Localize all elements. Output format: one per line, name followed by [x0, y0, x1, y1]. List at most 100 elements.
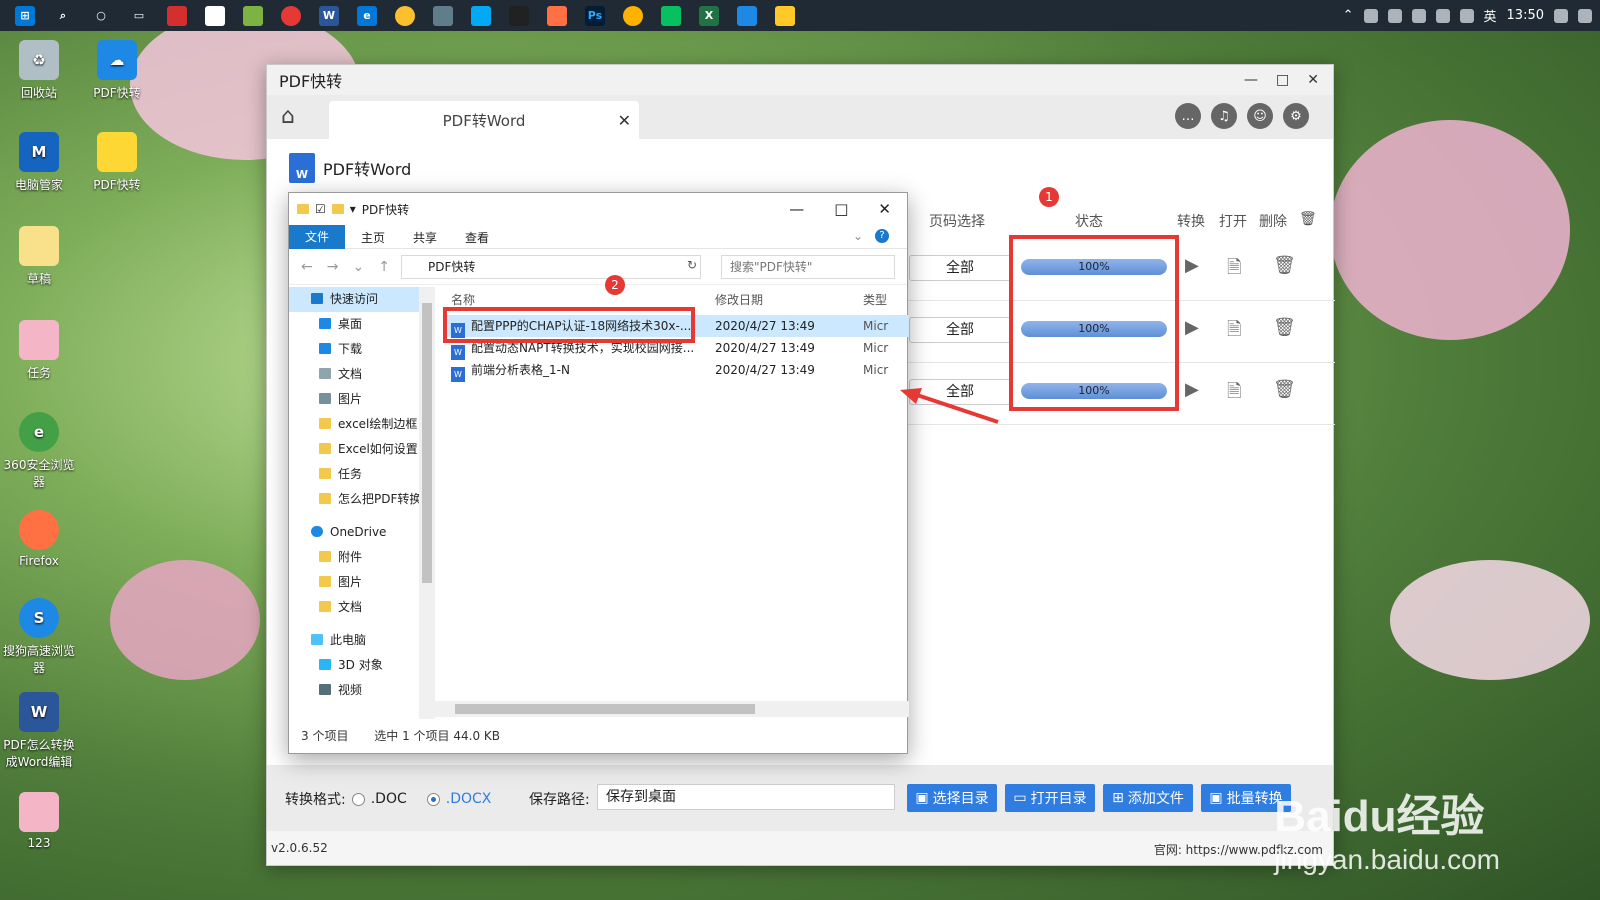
tab-close-icon[interactable]: ✕ [618, 111, 631, 130]
notepad-icon[interactable] [205, 5, 225, 26]
chevron-down-icon[interactable]: ⌄ [853, 229, 863, 243]
nav-item-folder[interactable]: 任务 [289, 462, 434, 487]
app-red-icon[interactable] [167, 5, 187, 26]
format-doc-label[interactable]: .DOC [371, 791, 407, 807]
ribbon-tab-file[interactable]: 文件 [289, 225, 345, 249]
edge-icon[interactable]: e [357, 5, 377, 26]
page-select[interactable]: 全部 [909, 255, 1011, 281]
minimize-icon[interactable]: — [1244, 72, 1258, 88]
dropdown-icon[interactable]: ▾ [350, 202, 356, 216]
nav-item-folder[interactable]: 文档 [289, 595, 434, 620]
nav-item-folder[interactable]: 怎么把PDF转换 [289, 487, 434, 512]
play-icon[interactable]: ▶ [1185, 255, 1199, 276]
save-path-field[interactable]: 保存到桌面 [597, 784, 895, 810]
ribbon-tab-view[interactable]: 查看 [465, 229, 489, 246]
desktop-icon[interactable]: 任务 [0, 320, 78, 381]
app-weibo-icon[interactable] [281, 5, 301, 26]
app-blue-icon[interactable] [471, 5, 491, 26]
network-icon[interactable] [1554, 8, 1568, 23]
cortana-icon[interactable]: ○ [91, 6, 111, 26]
quick-access-check-icon[interactable]: ☑ [315, 202, 326, 216]
address-bar[interactable]: PDF快转 [401, 255, 701, 279]
col-date[interactable]: 修改日期 [715, 291, 763, 308]
ime-indicator[interactable]: 英 [1484, 6, 1497, 25]
radio-docx[interactable] [426, 792, 440, 806]
app-orange-icon[interactable] [547, 5, 567, 26]
desktop-icon[interactable]: PDF快转 [78, 132, 156, 193]
app-yellow-icon[interactable] [623, 5, 643, 26]
desktop-icon[interactable]: Firefox [0, 510, 78, 568]
help-icon[interactable]: ? [875, 229, 889, 243]
close-icon[interactable]: ✕ [878, 200, 891, 218]
radio-doc[interactable] [351, 792, 365, 806]
document-icon[interactable]: 🗎 [1227, 317, 1241, 347]
minimize-icon[interactable]: — [789, 200, 804, 218]
add-file-button[interactable]: ⊞ 添加文件 [1103, 784, 1193, 812]
nav-item-folder[interactable]: 图片 [289, 570, 434, 595]
play-icon[interactable]: ▶ [1185, 317, 1199, 338]
start-icon[interactable]: ⊞ [15, 5, 35, 26]
desktop-icon[interactable]: e 360安全浏览器 [0, 412, 78, 490]
nav-item-videos[interactable]: 视频 [289, 678, 434, 703]
nav-item-folder[interactable]: Excel如何设置 [289, 437, 434, 462]
file-row[interactable]: W 前端分析表格_1-N 2020/4/27 13:49 Micr [445, 359, 909, 382]
document-icon[interactable]: 🗎 [1227, 255, 1241, 285]
horizontal-scrollbar[interactable] [435, 701, 909, 717]
close-icon[interactable]: ✕ [1307, 72, 1319, 88]
app-gray-icon[interactable] [433, 5, 453, 26]
nav-item-pictures[interactable]: 图片 [289, 387, 434, 412]
col-name[interactable]: 名称 [451, 291, 475, 308]
search-icon[interactable]: ⌕ [53, 6, 73, 26]
trash-icon[interactable]: 🗑 [1273, 379, 1296, 400]
desktop-icon[interactable]: W PDF怎么转换成Word编辑 [0, 692, 78, 770]
page-select[interactable]: 全部 [909, 317, 1011, 343]
nav-item-3d-objects[interactable]: 3D 对象 [289, 653, 434, 678]
col-type[interactable]: 类型 [863, 291, 887, 308]
document-icon[interactable]: 🗎 [1227, 379, 1241, 409]
word-icon[interactable]: W [319, 5, 339, 26]
battery-icon[interactable] [1411, 8, 1426, 23]
trash-icon[interactable]: 🗑 [1273, 255, 1296, 276]
delete-all-icon[interactable]: 🗑 [1299, 211, 1317, 227]
desktop-icon[interactable]: S 搜狗高速浏览器 [0, 598, 78, 676]
qq-icon[interactable] [509, 5, 529, 26]
maximize-icon[interactable]: □ [834, 200, 848, 218]
wifi-icon[interactable] [1435, 8, 1450, 23]
pdf-kz-taskbar-icon[interactable] [737, 5, 757, 26]
home-icon[interactable]: ⌂ [281, 104, 307, 130]
maximize-icon[interactable]: □ [1276, 72, 1289, 88]
qq-tray-icon[interactable] [1363, 8, 1378, 23]
volume-icon[interactable] [1459, 8, 1474, 23]
task-view-icon[interactable]: ▭ [129, 6, 149, 26]
desktop-icon[interactable]: 草稿 [0, 226, 78, 287]
nav-item-this-pc[interactable]: 此电脑 [289, 628, 434, 653]
excel-icon[interactable]: X [699, 5, 719, 26]
scrollbar-thumb[interactable] [422, 303, 432, 583]
desktop-icon[interactable]: ☁ PDF快转 [78, 40, 156, 101]
nav-item-quick-access[interactable]: 快速访问 [289, 287, 434, 312]
notification-icon[interactable] [1578, 8, 1592, 23]
choose-dir-button[interactable]: ▣ 选择目录 [907, 784, 997, 812]
nav-item-onedrive[interactable]: OneDrive [289, 520, 434, 545]
chat-icon[interactable]: … [1175, 103, 1201, 129]
cloud-tray-icon[interactable] [1387, 8, 1402, 23]
nav-item-folder[interactable]: 附件 [289, 545, 434, 570]
play-icon[interactable]: ▶ [1185, 379, 1199, 400]
clock[interactable]: 13:50 [1507, 8, 1544, 23]
scrollbar-thumb[interactable] [455, 704, 755, 714]
nav-item-documents[interactable]: 文档 [289, 362, 434, 387]
nav-scrollbar[interactable] [419, 287, 435, 719]
user-icon[interactable]: ☺ [1247, 103, 1273, 129]
nav-item-desktop[interactable]: 桌面 [289, 312, 434, 337]
app-green-icon[interactable] [243, 5, 263, 26]
desktop-icon[interactable]: 123 [0, 792, 78, 850]
ribbon-tab-share[interactable]: 共享 [413, 229, 437, 246]
new-folder-icon[interactable] [331, 204, 344, 214]
nav-item-downloads[interactable]: 下载 [289, 337, 434, 362]
chevron-up-icon[interactable]: ⌃ [1343, 8, 1354, 23]
photoshop-icon[interactable]: Ps [585, 5, 605, 26]
search-input[interactable]: 搜索"PDF快转" [721, 255, 895, 279]
format-docx-label[interactable]: .DOCX [446, 791, 492, 807]
chrome-icon[interactable] [395, 5, 415, 26]
gear-icon[interactable]: ⚙ [1283, 103, 1309, 129]
